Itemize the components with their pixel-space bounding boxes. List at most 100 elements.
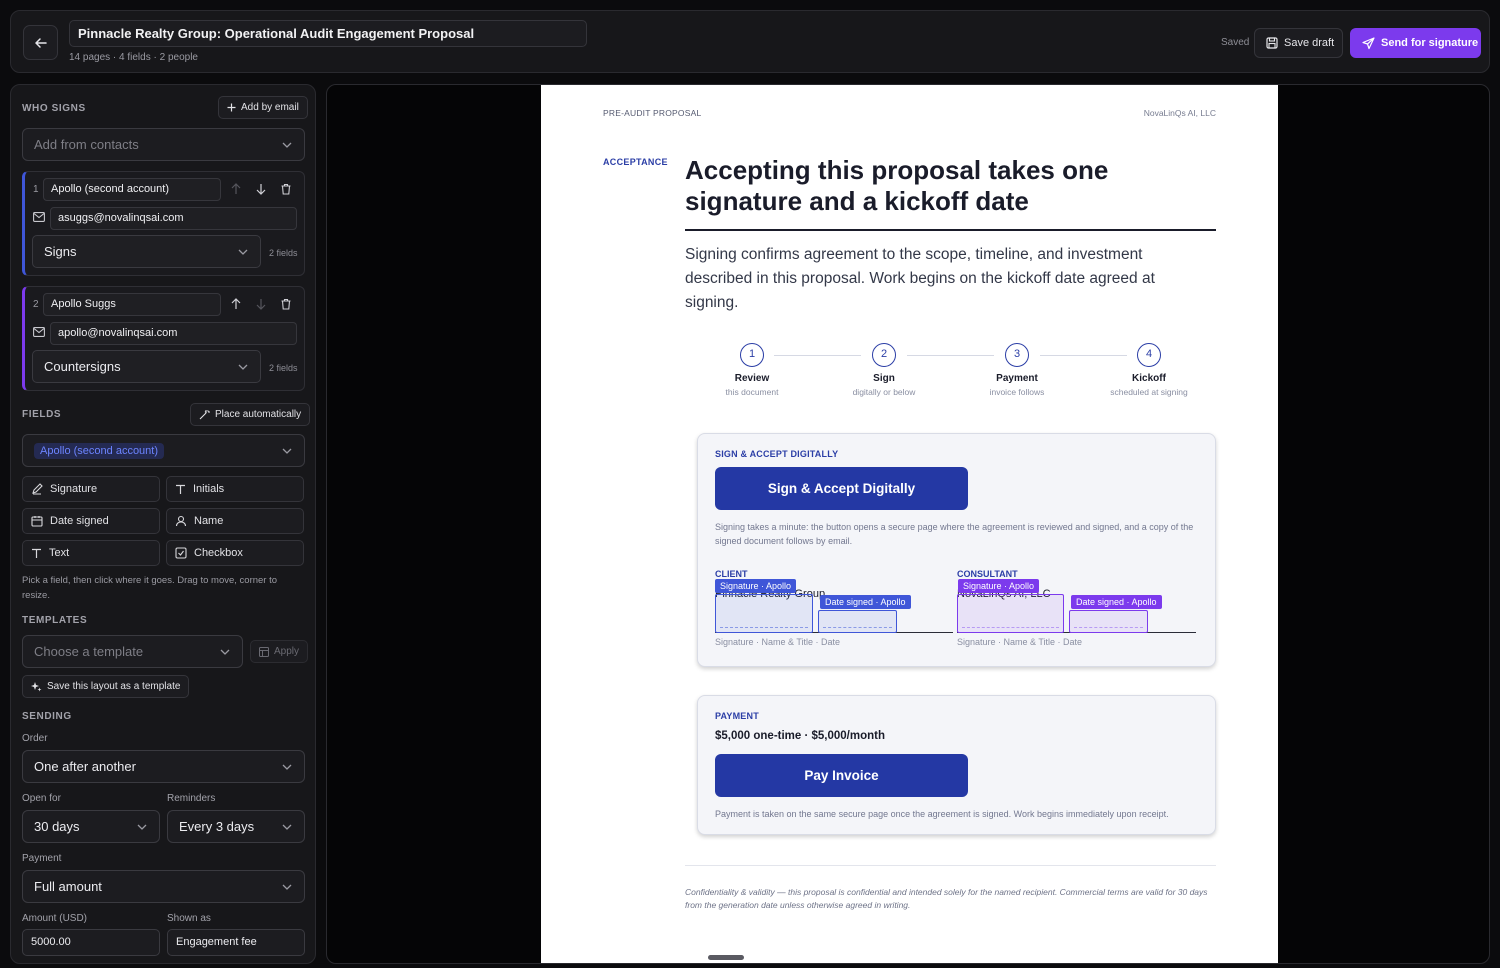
payment-select[interactable]: Full amount — [22, 870, 305, 903]
pay-invoice-button[interactable]: Pay Invoice — [715, 754, 968, 797]
field-signature[interactable]: Signature — [22, 476, 160, 502]
save-layout-template-button[interactable]: Save this layout as a template — [22, 675, 190, 698]
place-automatically-label: Place automatically — [215, 409, 302, 420]
sign-box-description: Signing takes a minute: the button opens… — [715, 522, 1194, 546]
add-by-email-button[interactable]: Add by email — [218, 96, 308, 119]
step-title: Kickoff — [1132, 373, 1166, 384]
sign-box-title: SIGN & ACCEPT DIGITALLY — [715, 449, 839, 459]
signer-role-select[interactable]: Signs — [32, 235, 261, 268]
placed-field-tag: Date signed · Apollo — [1071, 595, 1162, 609]
save-icon — [1266, 37, 1278, 49]
field-label: Signature — [50, 483, 98, 495]
field-baseline — [1074, 627, 1143, 628]
payment-amount: $5,000 one-time · $5,000/month — [715, 730, 886, 742]
payment-box-title: PAYMENT — [715, 711, 759, 721]
client-signature-caption: Signature · Name & Title · Date — [715, 637, 841, 647]
amount-input[interactable]: 5000.00 — [22, 929, 160, 956]
field-text[interactable]: Text — [22, 540, 160, 566]
step-title: Sign — [873, 373, 895, 384]
fields-label: FIELDS — [22, 409, 62, 420]
sign-accept-button[interactable]: Sign & Accept Digitally — [715, 467, 968, 510]
signer-name-input[interactable]: Apollo Suggs — [43, 293, 221, 316]
trash-icon[interactable] — [280, 183, 292, 195]
send-icon — [1362, 36, 1375, 49]
reminders-select[interactable]: Every 3 days — [167, 810, 305, 843]
trash-icon[interactable] — [280, 298, 292, 310]
open-for-select[interactable]: 30 days — [22, 810, 160, 843]
arrow-up-icon[interactable] — [230, 298, 242, 310]
arrow-up-icon[interactable] — [230, 183, 242, 195]
placed-date-field-consultant[interactable] — [1069, 610, 1148, 633]
field-label: Checkbox — [194, 547, 243, 559]
shown-as-label: Shown as — [167, 913, 211, 924]
step-kickoff: 4 Kickoff scheduled at signing — [1104, 343, 1194, 397]
field-date-signed[interactable]: Date signed — [22, 508, 160, 534]
arrow-left-icon — [34, 37, 47, 48]
signer-card-1: 1 Apollo (second account) asuggs@novalin… — [22, 171, 305, 276]
mail-icon — [33, 212, 45, 222]
save-draft-label: Save draft — [1284, 37, 1335, 49]
plus-icon — [227, 103, 236, 112]
horizontal-scrollbar[interactable] — [708, 955, 744, 960]
document-preview: PRE-AUDIT PROPOSAL NovaLinQs AI, LLC ACC… — [326, 84, 1490, 964]
place-automatically-button[interactable]: Place automatically — [190, 403, 311, 426]
signer-card-2: 2 Apollo Suggs apollo@novalinqsai.com Co… — [22, 286, 305, 391]
chevron-down-icon — [282, 142, 292, 148]
step-subtitle: this document — [725, 387, 779, 397]
signer-role-select[interactable]: Countersigns — [32, 350, 261, 383]
chevron-down-icon — [282, 884, 292, 890]
step-payment: 3 Payment invoice follows — [972, 343, 1062, 397]
settings-panel: WHO SIGNS Add by email Add from contacts… — [10, 84, 316, 964]
send-label: Send for signature — [1381, 37, 1479, 49]
signer-number: 2 — [33, 299, 39, 310]
consultant-signature-caption: Signature · Name & Title · Date — [957, 637, 1083, 647]
placed-date-field-client[interactable] — [818, 610, 897, 633]
order-select[interactable]: One after another — [22, 750, 305, 783]
signer-email-input[interactable]: asuggs@novalinqsai.com — [50, 207, 297, 230]
step-number: 4 — [1137, 343, 1161, 367]
field-assignee-select[interactable]: Apollo (second account) — [22, 434, 305, 467]
arrow-down-icon[interactable] — [255, 298, 267, 310]
contacts-select[interactable]: Add from contacts — [22, 128, 305, 161]
confidentiality-note: Confidentiality & validity — this propos… — [685, 887, 1208, 910]
reminders-label: Reminders — [167, 793, 216, 804]
mail-icon — [33, 327, 45, 337]
page-heading: Accepting this proposal takes one signat… — [685, 155, 1109, 216]
placed-signature-field-consultant[interactable] — [957, 594, 1064, 633]
shown-as-input[interactable]: Engagement fee — [167, 929, 305, 956]
send-for-signature-button[interactable]: Send for signature — [1350, 28, 1481, 58]
assignee-chip: Apollo (second account) — [34, 442, 165, 459]
back-button[interactable] — [23, 25, 58, 60]
chevron-down-icon — [220, 649, 230, 655]
document-title-input[interactable]: Pinnacle Realty Group: Operational Audit… — [69, 20, 587, 47]
step-number: 2 — [872, 343, 896, 367]
signer-name-input[interactable]: Apollo (second account) — [43, 178, 221, 201]
amount-label: Amount (USD) — [22, 913, 88, 924]
field-baseline — [823, 627, 892, 628]
templates-label: TEMPLATES — [22, 615, 88, 626]
save-draft-button[interactable]: Save draft — [1254, 28, 1343, 58]
step-number: 3 — [1005, 343, 1029, 367]
field-checkbox[interactable]: Checkbox — [166, 540, 304, 566]
payment-value: Full amount — [34, 879, 102, 894]
placed-field-tag: Signature · Apollo — [958, 579, 1040, 593]
fields-hint: Pick a field, then click where it goes. … — [22, 575, 278, 601]
signer-email-input[interactable]: apollo@novalinqsai.com — [50, 322, 297, 345]
document-page: PRE-AUDIT PROPOSAL NovaLinQs AI, LLC ACC… — [541, 85, 1278, 963]
chevron-down-icon — [282, 448, 292, 454]
add-by-email-label: Add by email — [241, 102, 299, 113]
apply-template-button[interactable]: Apply — [250, 640, 309, 663]
placed-signature-field-client[interactable] — [715, 594, 813, 633]
arrow-down-icon[interactable] — [255, 183, 267, 195]
payment-description: Payment is taken on the same secure page… — [715, 809, 1169, 819]
open-for-value: 30 days — [34, 819, 80, 834]
chevron-down-icon — [238, 364, 248, 370]
step-subtitle: invoice follows — [989, 387, 1045, 397]
step-title: Review — [734, 373, 770, 384]
template-select[interactable]: Choose a template — [22, 635, 243, 668]
field-initials[interactable]: Initials — [166, 476, 304, 502]
field-name[interactable]: Name — [166, 508, 304, 534]
pen-icon — [32, 483, 43, 495]
payment-label: Payment — [22, 853, 62, 864]
client-label: CLIENT — [715, 569, 748, 579]
